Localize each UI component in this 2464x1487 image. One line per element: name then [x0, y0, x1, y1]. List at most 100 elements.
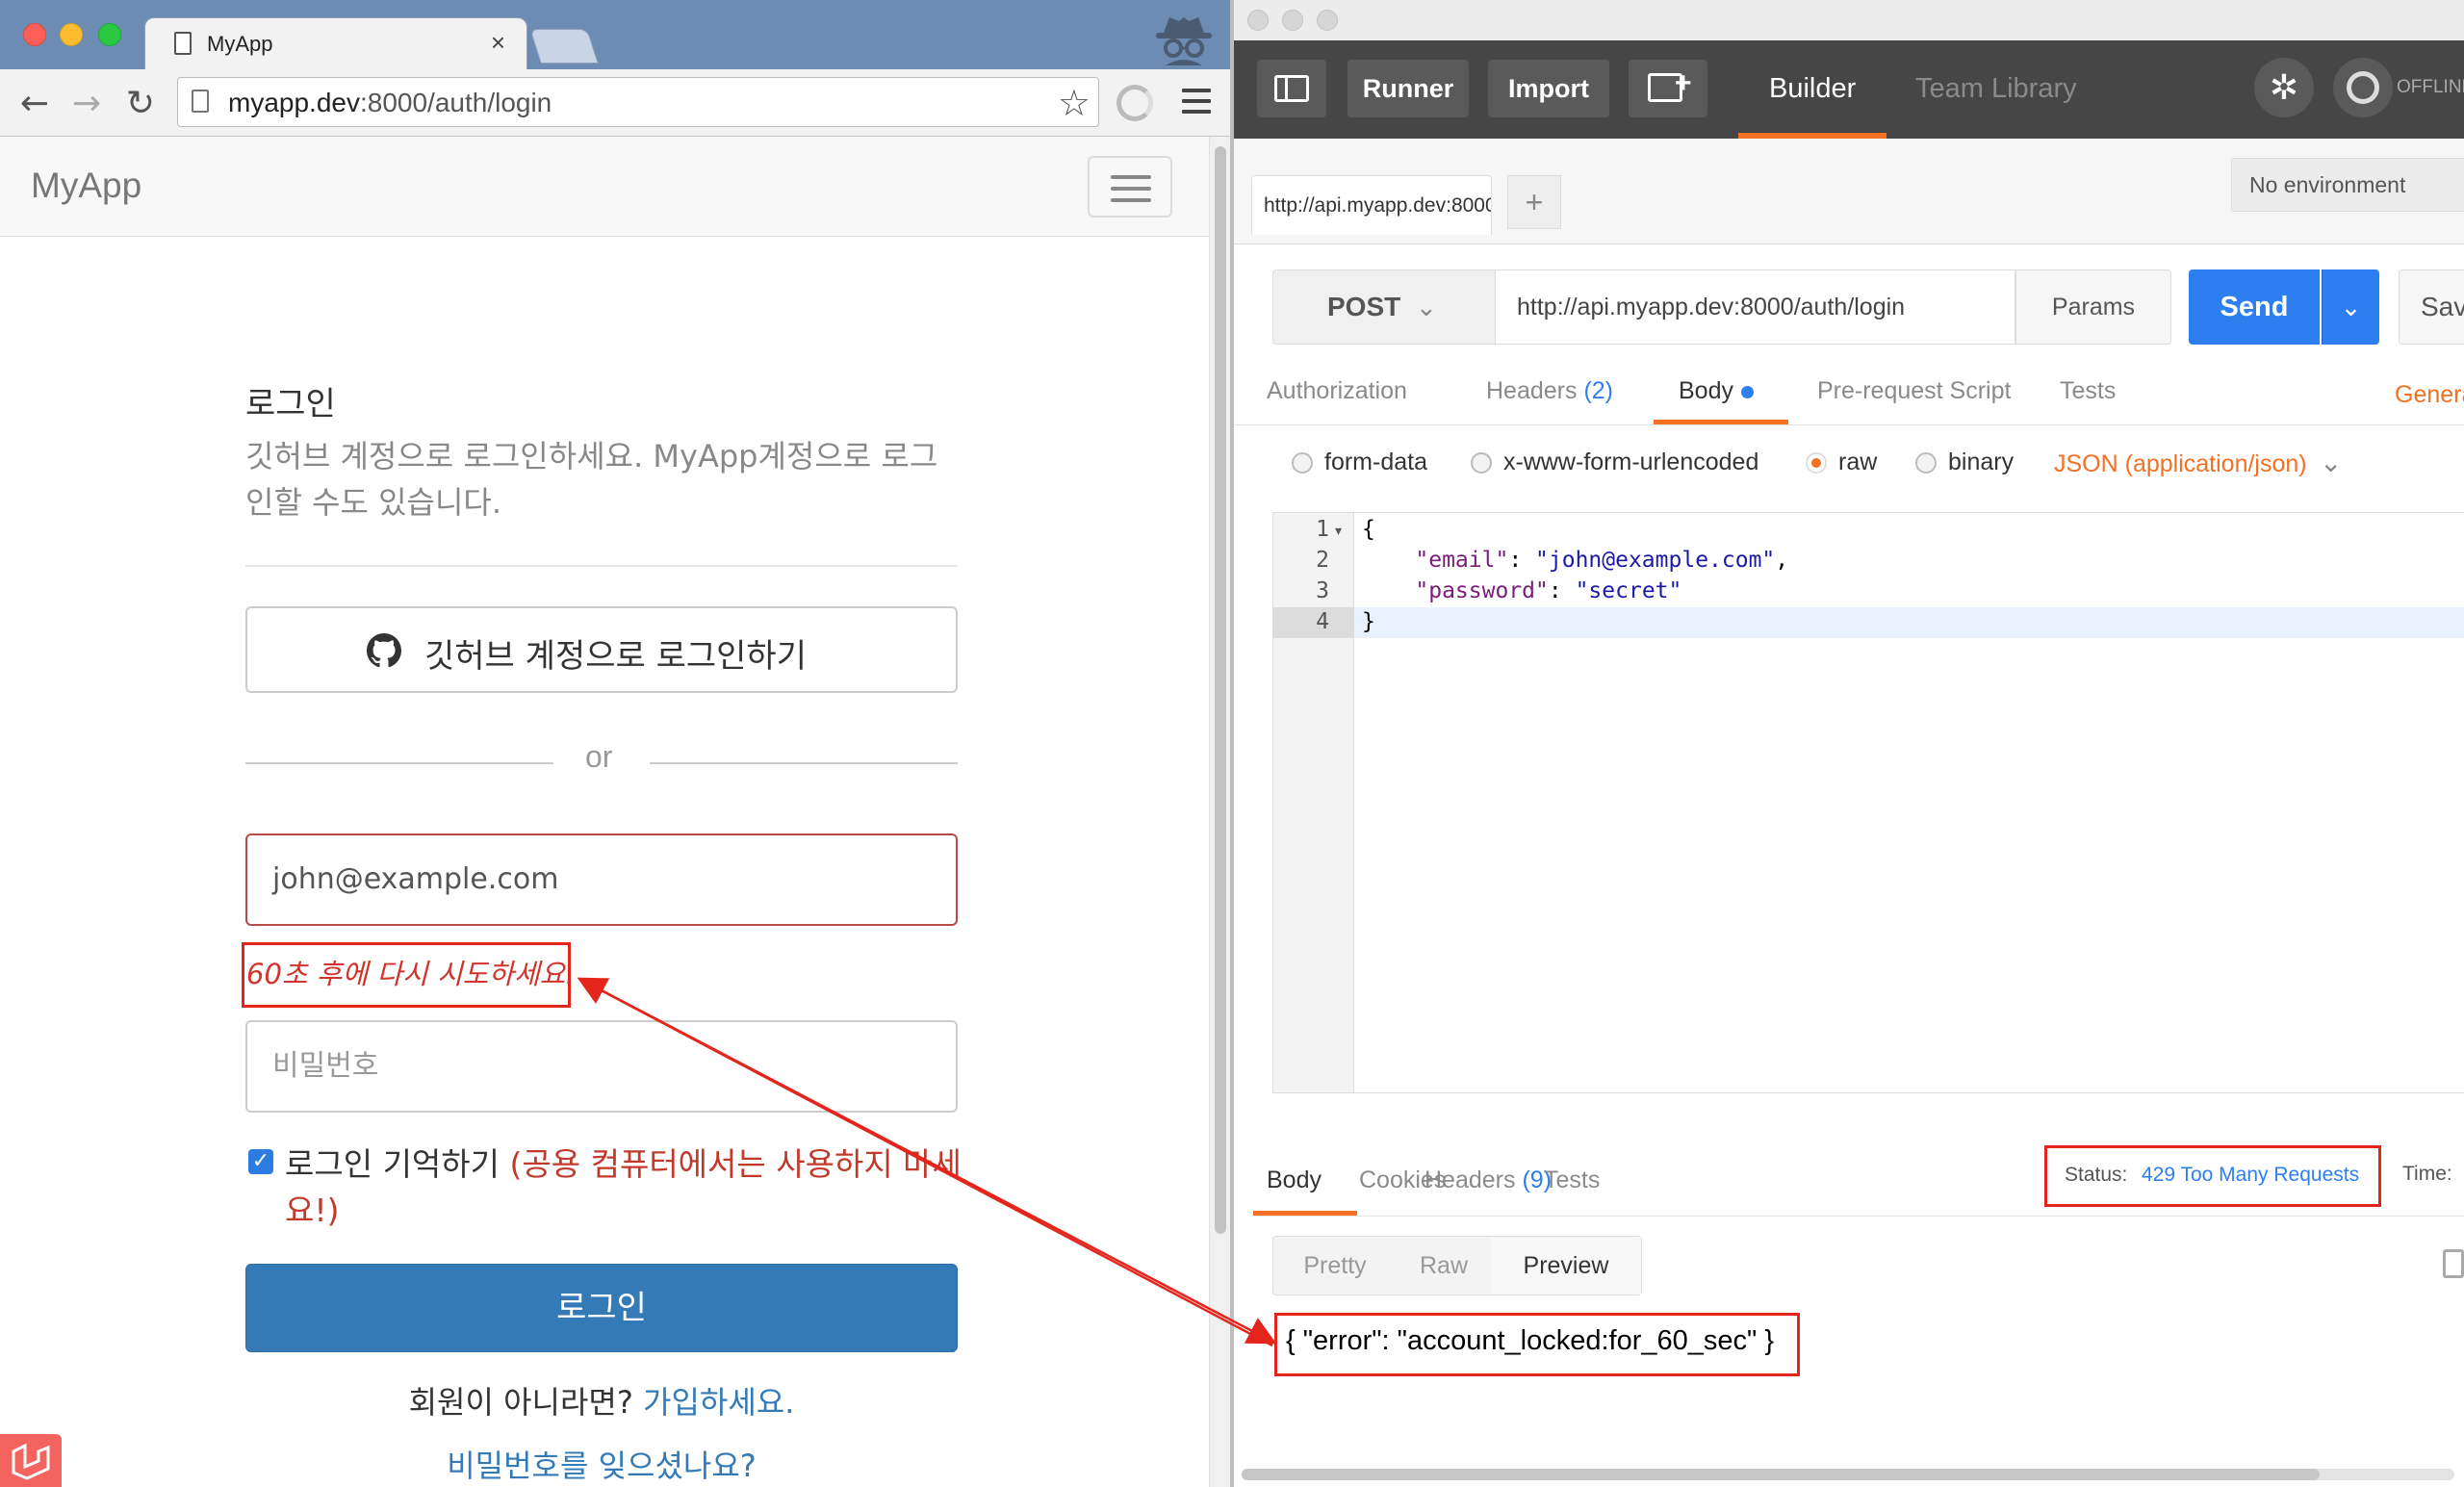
status-value[interactable]: 429 Too Many Requests: [2142, 1164, 2359, 1187]
laravel-debugbar-icon[interactable]: [0, 1434, 62, 1487]
or-divider-left: [245, 762, 553, 764]
generate-code-link[interactable]: Genera: [2395, 381, 2464, 409]
response-tab-body[interactable]: Body: [1267, 1167, 1322, 1194]
browser-window: MyApp × ← → ↻ myapp.dev:8000/auth/login …: [0, 0, 1230, 1487]
reload-icon[interactable]: ↻: [119, 83, 162, 125]
binary-label[interactable]: binary: [1948, 449, 2014, 476]
browser-toolbar: ← → ↻ myapp.dev:8000/auth/login ☆: [0, 69, 1230, 137]
toggle-sidebar-button[interactable]: [1257, 60, 1326, 117]
import-button[interactable]: Import: [1488, 60, 1609, 117]
method-select[interactable]: POST ⌄: [1272, 269, 1496, 345]
send-button[interactable]: Send: [2189, 269, 2320, 345]
params-button[interactable]: Params: [2015, 269, 2171, 345]
scrollbar-thumb[interactable]: [1242, 1469, 2320, 1480]
environment-select[interactable]: No environment: [2231, 158, 2464, 212]
login-heading: 로그인: [245, 385, 336, 423]
login-button[interactable]: 로그인: [245, 1264, 958, 1352]
sync-icon[interactable]: ✲: [2254, 58, 2314, 117]
offline-status-icon[interactable]: [2333, 58, 2393, 117]
minimize-window-button[interactable]: [1282, 10, 1303, 31]
preview-view-button[interactable]: Preview: [1491, 1237, 1641, 1295]
binary-radio[interactable]: [1915, 452, 1937, 474]
tab-headers[interactable]: Headers (2): [1486, 377, 1613, 405]
url-host: myapp.dev: [228, 88, 360, 117]
add-tab-button[interactable]: +: [1507, 175, 1561, 229]
browser-tab[interactable]: MyApp ×: [144, 17, 527, 69]
response-tab-headers[interactable]: Headers (9): [1424, 1167, 1552, 1194]
chevron-down-icon: ⌄: [1416, 293, 1437, 321]
offline-label: OFFLINE: [2397, 77, 2464, 97]
address-url[interactable]: myapp.dev:8000/auth/login: [228, 88, 552, 118]
form-data-label[interactable]: form-data: [1324, 449, 1427, 476]
tab-close-icon[interactable]: ×: [491, 28, 505, 58]
json-key: "password": [1415, 578, 1549, 603]
new-tab-button[interactable]: [529, 29, 599, 64]
zoom-window-button[interactable]: [1317, 10, 1338, 31]
response-body-text: { "error": "account_locked:for_60_sec" }: [1286, 1325, 1775, 1356]
postman-titlebar: [1234, 0, 2464, 40]
password-field[interactable]: 비밀번호: [245, 1020, 958, 1113]
fold-arrow-icon[interactable]: ▾: [1335, 523, 1342, 539]
zoom-window-button[interactable]: [98, 23, 121, 46]
url-path: :8000/auth/login: [359, 88, 552, 117]
response-body-indicator: [1253, 1211, 1357, 1216]
method-label: POST: [1327, 292, 1401, 321]
tab-prerequest-script[interactable]: Pre-request Script: [1817, 377, 2011, 405]
github-login-label: 깃허브 계정으로 로그인하기: [424, 637, 807, 676]
or-divider-right: [650, 762, 958, 764]
response-tab-tests[interactable]: Tests: [1544, 1167, 1600, 1194]
new-window-button[interactable]: +: [1629, 60, 1707, 117]
request-url-input[interactable]: http://api.myapp.dev:8000/auth/login: [1496, 269, 2015, 345]
copy-icon[interactable]: [2443, 1249, 2464, 1278]
response-view-toggle: Pretty Raw Preview: [1272, 1236, 1642, 1295]
close-window-button[interactable]: [23, 23, 46, 46]
request-subtabs: Authorization Headers (2) Body Pre-reque…: [1234, 366, 2464, 425]
active-line-highlight: [1273, 607, 2464, 638]
tab-body[interactable]: Body: [1679, 377, 1754, 405]
time-label: Time:: [2402, 1163, 2452, 1185]
horizontal-scrollbar[interactable]: [1242, 1469, 2454, 1480]
form-data-radio[interactable]: [1292, 452, 1313, 474]
or-separator: or: [585, 739, 613, 774]
extension-icon[interactable]: [1116, 85, 1153, 121]
email-field[interactable]: john@example.com: [245, 833, 958, 926]
navbar-toggle-button[interactable]: [1088, 156, 1172, 218]
content-type-select[interactable]: JSON (application/json): [2054, 450, 2307, 478]
tab-tests[interactable]: Tests: [2060, 377, 2116, 405]
close-window-button[interactable]: [1247, 10, 1269, 31]
scrollbar-thumb[interactable]: [1215, 146, 1226, 1234]
tab-team-library[interactable]: Team Library: [1915, 73, 2077, 105]
tab-authorization[interactable]: Authorization: [1267, 377, 1407, 405]
page-scrollbar[interactable]: [1209, 137, 1230, 1487]
request-body-editor[interactable]: 1 ▾ 2 3 4 { "email": "john@example.com",…: [1272, 512, 2464, 1093]
bookmark-star-icon[interactable]: ☆: [1058, 82, 1091, 124]
runner-button[interactable]: Runner: [1348, 60, 1469, 117]
body-mode-row: form-data x-www-form-urlencoded raw bina…: [1234, 445, 2464, 487]
remember-me-text: 로그인 기억하기: [285, 1145, 500, 1183]
chevron-down-icon[interactable]: ⌄: [2320, 447, 2342, 478]
github-login-button[interactable]: 깃허브 계정으로 로그인하기: [245, 606, 958, 693]
urlencoded-radio[interactable]: [1471, 452, 1492, 474]
send-options-dropdown[interactable]: ⌄: [2322, 269, 2379, 345]
response-headers-label: Headers: [1424, 1167, 1516, 1193]
remember-me-checkbox[interactable]: ✓: [248, 1149, 273, 1174]
pretty-view-button[interactable]: Pretty: [1273, 1237, 1397, 1295]
postman-header: Runner Import + Builder Team Library ✲ O…: [1234, 40, 2464, 139]
line-number: 3: [1316, 578, 1329, 603]
remember-me-label[interactable]: 로그인 기억하기 (공용 컴퓨터에서는 사용하지 마세요!): [285, 1141, 978, 1234]
address-bar[interactable]: myapp.dev:8000/auth/login ☆: [177, 77, 1099, 127]
forward-arrow-icon[interactable]: →: [65, 83, 108, 125]
signup-link[interactable]: 가입하세요.: [643, 1384, 794, 1421]
brand-logo[interactable]: MyApp: [31, 166, 141, 206]
minimize-window-button[interactable]: [60, 23, 83, 46]
urlencoded-label[interactable]: x-www-form-urlencoded: [1503, 449, 1758, 476]
browser-menu-icon[interactable]: [1182, 89, 1211, 115]
raw-radio[interactable]: [1806, 452, 1827, 474]
back-arrow-icon[interactable]: ←: [13, 83, 56, 125]
save-button[interactable]: Sav: [2399, 269, 2464, 345]
tab-builder[interactable]: Builder: [1769, 73, 1856, 105]
request-tab[interactable]: http://api.myapp.dev:8000: [1251, 175, 1492, 235]
raw-label[interactable]: raw: [1838, 449, 1877, 476]
raw-view-button[interactable]: Raw: [1397, 1237, 1491, 1295]
forgot-password-link[interactable]: 비밀번호를 잊으셨나요?: [0, 1442, 1203, 1486]
